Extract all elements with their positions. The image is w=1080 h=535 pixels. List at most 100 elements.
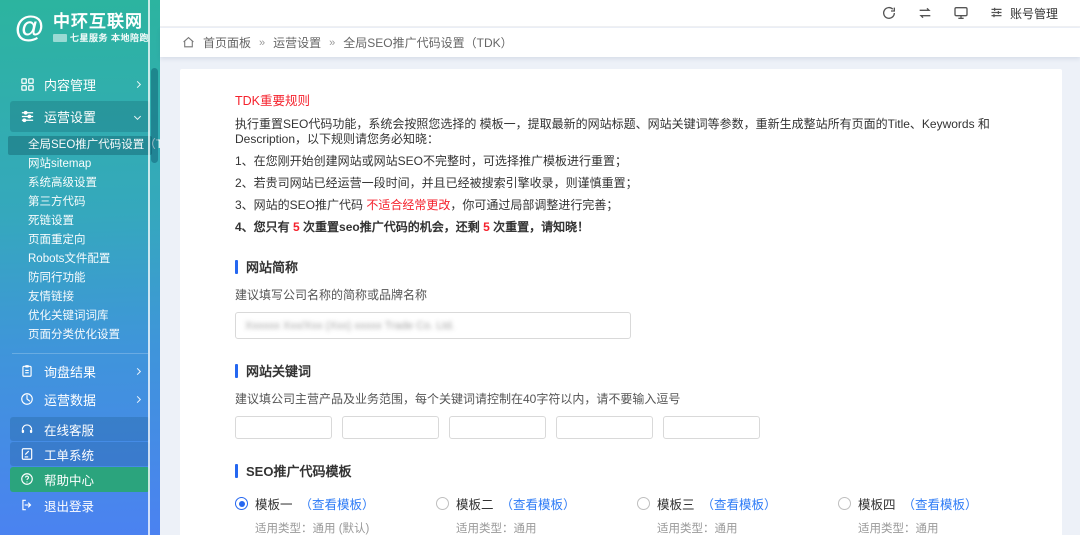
breadcrumb-separator: » — [329, 37, 335, 49]
view-template-link[interactable]: （查看模板） — [501, 494, 576, 513]
sidebar-item-friend-links[interactable]: 友情链接 — [8, 288, 152, 307]
section-accent-bar — [235, 364, 238, 378]
sidebar-item-label: 内容管理 — [44, 75, 96, 94]
clipboard-icon — [20, 364, 35, 379]
sidebar-item-ticket-system[interactable]: 工单系统 — [10, 442, 150, 466]
refresh-icon[interactable] — [881, 5, 897, 21]
template-name: 模板四 — [858, 494, 896, 513]
pie-chart-icon — [20, 392, 35, 407]
home-icon[interactable] — [182, 36, 195, 49]
sidebar-item-robots-config[interactable]: Robots文件配置 — [8, 250, 152, 269]
keywords-section-title: 网站关键词 — [235, 361, 1007, 380]
sidebar-item-label: 退出登录 — [44, 496, 94, 515]
sidebar-item-advanced-settings[interactable]: 系统高级设置 — [8, 174, 152, 193]
utility-bar: 账号管理 — [160, 0, 1080, 27]
tdk-rule-2: 2、若贵司网站已经运营一段时间，并且已经被搜索引擎收录，则谨慎重置； — [235, 176, 1007, 191]
view-template-link[interactable]: （查看模板） — [702, 494, 777, 513]
sidebar-item-label: 运营数据 — [44, 390, 96, 409]
view-template-link[interactable]: （查看模板） — [903, 494, 978, 513]
chevron-right-icon — [134, 368, 141, 375]
ticket-doc-icon — [20, 447, 35, 462]
sliders-icon — [20, 109, 35, 124]
chevron-right-icon — [134, 396, 141, 403]
template-name: 模板一 — [255, 494, 293, 513]
sidebar-item-online-service[interactable]: 在线客服 — [10, 417, 150, 441]
template-type: 通用 — [514, 523, 537, 535]
site-name-value-redacted: Xxxxxx Xxx/Xxx (Xxx) xxxxx Trade Co. Ltd… — [245, 320, 455, 332]
sidebar-item-help-center[interactable]: 帮助中心 — [10, 467, 150, 492]
keyword-input-4[interactable] — [556, 416, 653, 439]
account-management-label: 账号管理 — [1010, 5, 1058, 22]
operation-settings-submenu: 全局SEO推广代码设置（TDK） 网站sitemap 系统高级设置 第三方代码 … — [0, 133, 160, 349]
logo-micro-badge — [53, 34, 67, 42]
sidebar-scrollbar-track — [148, 0, 150, 535]
sidebar-item-content-management[interactable]: 内容管理 — [10, 69, 150, 100]
keyword-input-5[interactable] — [663, 416, 760, 439]
tdk-rule-1: 1、在您刚开始创建网站或网站SEO不完整时，可选择推广模板进行重置； — [235, 154, 1007, 169]
site-name-hint: 建议填写公司名称的简称或品牌名称 — [235, 286, 1007, 303]
main-content: TDK重要规则 执行重置SEO代码功能，系统会按照您选择的 模板一，提取最新的网… — [160, 57, 1080, 535]
breadcrumb: 首页面板 » 运营设置 » 全局SEO推广代码设置（TDK） — [160, 28, 1080, 57]
reset-quota-remaining: 5 — [483, 220, 490, 234]
keyword-input-2[interactable] — [342, 416, 439, 439]
tdk-rule-3: 3、网站的SEO推广代码 不适合经常更改，你可通过局部调整进行完善； — [235, 198, 1007, 213]
keyword-input-3[interactable] — [449, 416, 546, 439]
sidebar-item-anti-competitor[interactable]: 防同行功能 — [8, 269, 152, 288]
account-settings-icon — [989, 5, 1005, 21]
template-4-radio[interactable] — [838, 497, 851, 510]
template-option-4: 模板四（查看模板） 适用类型：通用 — [838, 494, 1039, 535]
sidebar-item-third-party-code[interactable]: 第三方代码 — [8, 193, 152, 212]
sidebar-item-page-category-seo[interactable]: 页面分类优化设置 — [8, 326, 152, 345]
sidebar-item-sitemap[interactable]: 网站sitemap — [8, 155, 152, 174]
sidebar-item-label: 运营设置 — [44, 107, 96, 126]
sidebar-divider — [12, 353, 148, 354]
template-option-1: 模板一（查看模板） 适用类型：通用 (默认) — [235, 494, 436, 535]
sidebar-item-operation-settings[interactable]: 运营设置 — [10, 101, 150, 132]
breadcrumb-operation-settings[interactable]: 运营设置 — [273, 34, 321, 51]
sidebar-item-label: 工单系统 — [44, 445, 94, 464]
template-name: 模板二 — [456, 494, 494, 513]
template-1-radio[interactable] — [235, 497, 248, 510]
monitor-icon[interactable] — [953, 5, 969, 21]
keyword-input-1[interactable] — [235, 416, 332, 439]
sidebar-item-operation-data[interactable]: 运营数据 — [10, 386, 150, 413]
reset-quota-total: 5 — [293, 220, 300, 234]
section-accent-bar — [235, 464, 238, 478]
template-2-radio[interactable] — [436, 497, 449, 510]
tdk-rules-title: TDK重要规则 — [235, 90, 1007, 109]
grid-icon — [20, 77, 35, 92]
templates-section-title: SEO推广代码模板 — [235, 461, 1007, 480]
template-option-2: 模板二（查看模板） 适用类型：通用 — [436, 494, 637, 535]
template-3-radio[interactable] — [637, 497, 650, 510]
breadcrumb-separator: » — [259, 37, 265, 49]
section-accent-bar — [235, 260, 238, 274]
sidebar-item-label: 在线客服 — [44, 420, 94, 439]
sidebar-item-keyword-library[interactable]: 优化关键词词库 — [8, 307, 152, 326]
rule-3-highlight: 不适合经常更改 — [366, 198, 450, 212]
app-tagline: 七星服务 本地陪跑 — [70, 31, 149, 44]
sidebar-item-inquiry-results[interactable]: 询盘结果 — [10, 358, 150, 385]
template-name: 模板三 — [657, 494, 695, 513]
chevron-right-icon — [134, 81, 141, 88]
sidebar-item-logout[interactable]: 退出登录 — [10, 493, 150, 517]
logout-icon — [20, 498, 35, 513]
settings-card: TDK重要规则 执行重置SEO代码功能，系统会按照您选择的 模板一，提取最新的网… — [180, 69, 1062, 535]
tdk-rules-intro: 执行重置SEO代码功能，系统会按照您选择的 模板一，提取最新的网站标题、网站关键… — [235, 117, 1007, 147]
template-options-grid: 模板一（查看模板） 适用类型：通用 (默认) 模板二（查看模板） 适用类型：通用… — [235, 494, 1007, 535]
template-type: 通用 — [715, 523, 738, 535]
sidebar-item-tdk-settings[interactable]: 全局SEO推广代码设置（TDK） — [8, 136, 152, 155]
sidebar-scrollbar-thumb[interactable] — [151, 68, 158, 163]
sidebar-item-page-redirect[interactable]: 页面重定向 — [8, 231, 152, 250]
breadcrumb-home[interactable]: 首页面板 — [203, 34, 251, 51]
sidebar-item-dead-links[interactable]: 死链设置 — [8, 212, 152, 231]
view-template-link[interactable]: （查看模板） — [300, 494, 375, 513]
site-name-input[interactable]: Xxxxxx Xxx/Xxx (Xxx) xxxxx Trade Co. Ltd… — [235, 312, 631, 339]
account-management-button[interactable]: 账号管理 — [989, 5, 1058, 22]
breadcrumb-current-page: 全局SEO推广代码设置（TDK） — [343, 34, 512, 51]
sidebar-item-label: 帮助中心 — [44, 470, 94, 489]
keywords-hint: 建议填公司主营产品及业务范围，每个关键词请控制在40字符以内，请不要输入逗号 — [235, 390, 1007, 407]
keyword-inputs-row — [235, 416, 1007, 439]
transfer-arrows-icon[interactable] — [917, 5, 933, 21]
app-title: 中环互联网 — [53, 12, 149, 31]
headset-icon — [20, 422, 35, 437]
